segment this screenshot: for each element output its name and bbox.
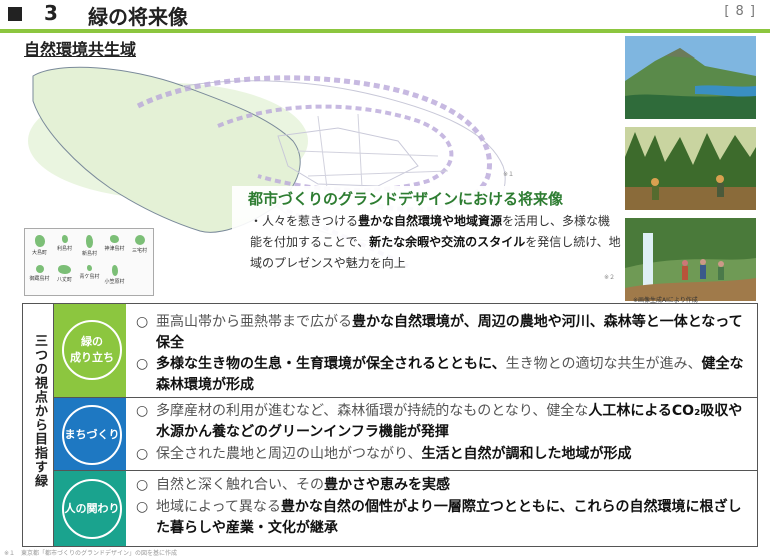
category-cell: 緑の 成り立ち bbox=[54, 304, 126, 397]
header-square-bullet bbox=[8, 7, 22, 21]
category-badge: 緑の 成り立ち bbox=[62, 320, 122, 380]
body-text: を活用し、 bbox=[502, 214, 563, 228]
coastal-mountain-photo bbox=[625, 36, 756, 119]
grand-design-title: 都市づくりのグランドデザインにおける将来像 bbox=[248, 190, 564, 208]
page-number: [ 8 ] bbox=[724, 4, 756, 19]
body-text: ・人々を惹きつける bbox=[250, 214, 359, 228]
emphasis-text: 多様な生き物の生息・生育環境が保全されるとともに、 bbox=[156, 356, 506, 372]
body-text: 多摩産材の利用が進むなど、森林循環が持続的なものとなり、健全な bbox=[156, 403, 589, 419]
legend-item: 青ケ島村 bbox=[77, 265, 102, 280]
hiking-waterfall-photo bbox=[625, 218, 756, 301]
legend-item: 御蔵島村 bbox=[27, 265, 52, 282]
bullet-item: ○ 多様な生き物の生息・生育環境が保全されるとともに、生き物との適切な共生が進み、… bbox=[136, 356, 744, 393]
bullet-item: ○ 亜高山帯から亜熱帯まで広がる豊かな自然環境が、周辺の農地や河川、森林等と一体と… bbox=[136, 314, 743, 351]
legend-item: 大島町 bbox=[27, 235, 52, 256]
category-cell: 人の関わり bbox=[54, 471, 126, 546]
photo-column bbox=[625, 36, 757, 309]
perspectives-table: 三つの視点から目指す緑 緑の 成り立ち ○ 亜高山帯から亜熱帯まで広がる豊かな自然環… bbox=[22, 303, 758, 547]
body-text: 地域によって異なる bbox=[156, 499, 281, 515]
bullet-item: ○ 多摩産材の利用が進むなど、森林循環が持続的なものとなり、健全な人工林によるCO… bbox=[136, 403, 743, 440]
legend-item: 神津島村 bbox=[102, 235, 127, 252]
emphasis-text: 豊かさや恵みを実感 bbox=[324, 477, 450, 493]
legend-item: 小笠原村 bbox=[102, 265, 127, 285]
perspectives-side-label: 三つの視点から目指す緑 bbox=[23, 304, 54, 546]
bullet-item: ○ 保全された農地と周辺の山地がつながり、生活と自然が調和した地域が形成 bbox=[136, 446, 632, 462]
emphasis-text: 豊かな自然環境や地域資源 bbox=[358, 214, 503, 228]
section-title: 緑の将来像 bbox=[88, 5, 188, 29]
body-text: 保全された農地と周辺の山地がつながり、 bbox=[156, 446, 422, 462]
table-row: 人の関わり ○ 自然と深く触れ合い、その豊かさや恵みを実感 ○ 地域によって異なる豊… bbox=[54, 471, 757, 546]
legend-item: 三宅村 bbox=[127, 235, 152, 254]
footnote: ※１ 東京都「都市づくりのグランドデザイン」の図を基に作成 bbox=[4, 550, 178, 557]
category-badge: 人の関わり bbox=[62, 479, 122, 539]
map-note-1: ※１ bbox=[503, 171, 515, 178]
emphasis-text: 生活と自然が調和した地域が形成 bbox=[421, 446, 632, 462]
forest-work-photo bbox=[625, 127, 756, 210]
map-note-2: ※２ bbox=[604, 274, 616, 281]
grand-design-box: 都市づくりのグランドデザインにおける将来像 ・人々を惹きつける豊かな自然環境や地… bbox=[232, 186, 622, 286]
islands-legend: 大島町 利島村 新島村 神津島村 三宅村 御蔵島村 八丈町 青ケ島村 小笠原村 bbox=[24, 228, 154, 296]
bullet-item: ○ 地域によって異なる豊かな自然の個性がより一層際立つとともに、これらの自然環境に… bbox=[136, 499, 742, 536]
table-row: まちづくり ○ 多摩産材の利用が進むなど、森林循環が持続的なものとなり、健全な人工… bbox=[54, 398, 757, 471]
table-row: 緑の 成り立ち ○ 亜高山帯から亜熱帯まで広がる豊かな自然環境が、周辺の農地や河川、… bbox=[54, 304, 757, 398]
legend-item: 八丈町 bbox=[52, 265, 77, 283]
legend-item: 新島村 bbox=[77, 235, 102, 257]
emphasis-text: タイル bbox=[489, 235, 526, 249]
emphasis-text: 新たな余暇や交流のス bbox=[369, 235, 490, 249]
page-header: 3 緑の将来像 [ 8 ] bbox=[0, 0, 770, 33]
section-number: 3 bbox=[44, 1, 58, 25]
bullet-item: ○ 自然と深く触れ合い、その豊かさや恵みを実感 bbox=[136, 477, 450, 493]
legend-item: 利島村 bbox=[52, 235, 77, 252]
grand-design-text: ・人々を惹きつける豊かな自然環境や地域資源を活用し、多様な機能を付加することで、… bbox=[250, 211, 622, 274]
body-text: 自然と深く触れ合い、その bbox=[156, 477, 324, 493]
category-badge: まちづくり bbox=[62, 405, 122, 465]
body-text: 亜高山帯から亜熱帯まで広がる bbox=[156, 314, 352, 330]
header-underline bbox=[0, 29, 770, 33]
category-cell: まちづくり bbox=[54, 398, 126, 470]
body-text: 生き物との適切な共生が進み、 bbox=[505, 356, 702, 372]
